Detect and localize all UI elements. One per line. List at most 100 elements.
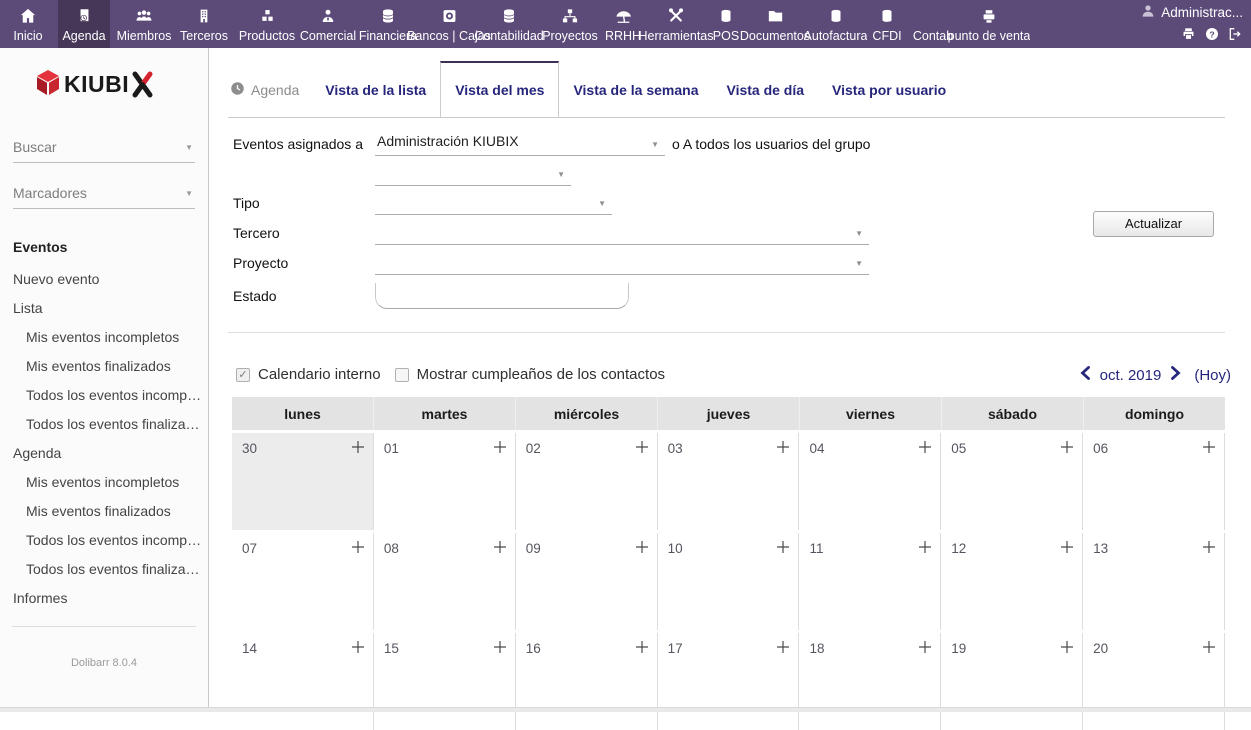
- day-cell-18[interactable]: 18: [799, 633, 941, 730]
- menu-item-nuevo-evento[interactable]: Nuevo evento: [13, 271, 208, 287]
- plus-icon[interactable]: [1202, 640, 1216, 659]
- menu-item-todos-incompletos[interactable]: Todos los eventos incomp…: [13, 387, 208, 403]
- topmenu-productos[interactable]: Productos: [238, 0, 296, 48]
- plus-icon[interactable]: [776, 440, 790, 459]
- bookmarks-dropdown[interactable]: Marcadores ▼: [13, 181, 195, 209]
- day-cell-16[interactable]: 16: [516, 633, 658, 730]
- proyecto-select[interactable]: ▼: [375, 249, 869, 275]
- menu-item-lista[interactable]: Lista: [13, 300, 208, 316]
- plus-icon[interactable]: [1202, 540, 1216, 559]
- plus-icon[interactable]: [918, 640, 932, 659]
- plus-icon[interactable]: [351, 540, 365, 559]
- plus-icon[interactable]: [1202, 440, 1216, 459]
- print-icon[interactable]: [1180, 26, 1197, 47]
- tab-vista-de-la-semana[interactable]: Vista de la semana: [559, 61, 712, 118]
- menu-item-agenda[interactable]: Agenda: [13, 445, 208, 461]
- estado-input[interactable]: [375, 283, 629, 309]
- topmenu-proyectos[interactable]: Proyectos: [544, 0, 596, 48]
- group-select[interactable]: ▼: [375, 160, 571, 186]
- topmenu-contabilidad[interactable]: Contabilidad: [482, 0, 536, 48]
- products-icon: [258, 4, 277, 26]
- logout-icon[interactable]: [1227, 26, 1243, 47]
- chevron-left-icon[interactable]: [1080, 366, 1091, 384]
- tab-vista-de-dia[interactable]: Vista de día: [712, 61, 818, 118]
- plus-icon[interactable]: [635, 440, 649, 459]
- day-cell-08[interactable]: 08: [374, 533, 516, 630]
- topmenu-terceros[interactable]: Terceros: [178, 0, 230, 48]
- menu-item-todos-finalizados-2[interactable]: Todos los eventos finaliza…: [13, 561, 208, 577]
- calendar-header-row: lunes martes miércoles jueves viernes sá…: [232, 397, 1225, 430]
- day-cell-12[interactable]: 12: [941, 533, 1083, 630]
- topmenu-herramientas[interactable]: Herramientas: [650, 0, 702, 48]
- search-dropdown[interactable]: Buscar ▼: [13, 135, 195, 163]
- day-cell-02[interactable]: 02: [516, 433, 658, 530]
- topmenu-documentos[interactable]: Documentos: [750, 0, 800, 48]
- day-cell-11[interactable]: 11: [799, 533, 941, 630]
- menu-item-todos-incompletos-2[interactable]: Todos los eventos incomp…: [13, 532, 208, 548]
- plus-icon[interactable]: [351, 640, 365, 659]
- day-cell-05[interactable]: 05: [941, 433, 1083, 530]
- menu-item-todos-finalizados[interactable]: Todos los eventos finaliza…: [13, 416, 208, 432]
- topmenu-rrhh[interactable]: RRHH: [604, 0, 642, 48]
- menu-item-mis-eventos-incompletos[interactable]: Mis eventos incompletos: [13, 329, 208, 345]
- topmenu-autofactura[interactable]: Autofactura: [808, 0, 863, 48]
- topmenu-punto-de-venta[interactable]: punto de venta: [963, 0, 1015, 48]
- day-cell-30[interactable]: 30: [232, 433, 374, 530]
- day-cell-06[interactable]: 06: [1083, 433, 1225, 530]
- day-cell-15[interactable]: 15: [374, 633, 516, 730]
- plus-icon[interactable]: [918, 440, 932, 459]
- plus-icon[interactable]: [493, 540, 507, 559]
- menu-item-mis-eventos-finalizados[interactable]: Mis eventos finalizados: [13, 358, 208, 374]
- day-cell-09[interactable]: 09: [516, 533, 658, 630]
- user-menu[interactable]: Administrac...: [1140, 3, 1243, 22]
- day-cell-04[interactable]: 04: [799, 433, 941, 530]
- day-cell-14[interactable]: 14: [232, 633, 374, 730]
- today-link[interactable]: (Hoy): [1194, 367, 1231, 384]
- menu-item-mis-eventos-incompletos-2[interactable]: Mis eventos incompletos: [13, 474, 208, 490]
- plus-icon[interactable]: [351, 440, 365, 459]
- tipo-select[interactable]: ▼: [375, 189, 612, 215]
- calendario-interno-checkbox[interactable]: ✓: [236, 368, 250, 382]
- topmenu-agenda[interactable]: Agenda: [58, 0, 110, 48]
- tab-vista-del-mes[interactable]: Vista del mes: [440, 61, 559, 118]
- day-cell-10[interactable]: 10: [658, 533, 800, 630]
- day-cell-01[interactable]: 01: [374, 433, 516, 530]
- plus-icon[interactable]: [1060, 640, 1074, 659]
- topmenu-bancos[interactable]: Bancos | Cajas: [424, 0, 474, 48]
- assigned-label: Eventos asignados a: [233, 136, 363, 152]
- day-header-domingo: domingo: [1084, 397, 1225, 430]
- plus-icon[interactable]: [776, 640, 790, 659]
- day-cell-17[interactable]: 17: [658, 633, 800, 730]
- menu-item-informes[interactable]: Informes: [13, 590, 208, 606]
- plus-icon[interactable]: [635, 540, 649, 559]
- help-icon[interactable]: ?: [1204, 26, 1220, 47]
- plus-icon[interactable]: [1060, 540, 1074, 559]
- day-cell-03[interactable]: 03: [658, 433, 800, 530]
- plus-icon[interactable]: [918, 540, 932, 559]
- menu-item-mis-eventos-finalizados-2[interactable]: Mis eventos finalizados: [13, 503, 208, 519]
- pointofsale-icon: [979, 4, 999, 26]
- main-content: Agenda Vista de la lista Vista del mes V…: [209, 48, 1251, 712]
- chevron-right-icon[interactable]: [1170, 366, 1181, 384]
- plus-icon[interactable]: [635, 640, 649, 659]
- topmenu-inicio[interactable]: Inicio: [6, 0, 50, 48]
- day-cell-20[interactable]: 20: [1083, 633, 1225, 730]
- actualizar-button[interactable]: Actualizar: [1093, 211, 1214, 237]
- day-header-martes: martes: [374, 397, 516, 430]
- day-cell-13[interactable]: 13: [1083, 533, 1225, 630]
- plus-icon[interactable]: [1060, 440, 1074, 459]
- topmenu-miembros[interactable]: Miembros: [118, 0, 170, 48]
- plus-icon[interactable]: [493, 440, 507, 459]
- plus-icon[interactable]: [493, 640, 507, 659]
- tercero-select[interactable]: ▼: [375, 219, 869, 245]
- day-cell-07[interactable]: 07: [232, 533, 374, 630]
- tab-vista-de-la-lista[interactable]: Vista de la lista: [311, 61, 440, 118]
- mostrar-cumpleanos-checkbox[interactable]: [395, 368, 409, 382]
- day-cell-19[interactable]: 19: [941, 633, 1083, 730]
- topmenu-pos[interactable]: POS: [710, 0, 742, 48]
- tab-vista-por-usuario[interactable]: Vista por usuario: [818, 61, 960, 118]
- topmenu-cfdi[interactable]: CFDI: [871, 0, 903, 48]
- topmenu-comercial[interactable]: Comercial: [304, 0, 352, 48]
- plus-icon[interactable]: [776, 540, 790, 559]
- assigned-user-select[interactable]: Administración KIUBIX ▼: [375, 130, 665, 156]
